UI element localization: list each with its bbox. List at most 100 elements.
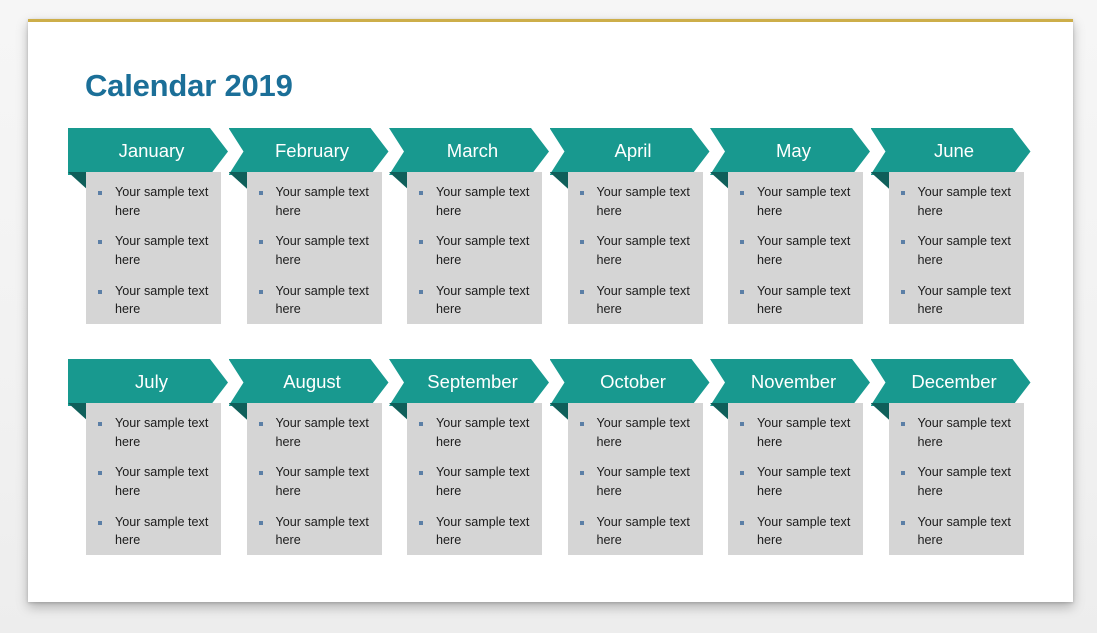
month-body: Your sample text here Your sample text he… [567, 172, 703, 324]
list-item[interactable]: Your sample text here [895, 282, 1018, 319]
list-item[interactable]: Your sample text here [895, 463, 1018, 500]
month-banner[interactable]: October [549, 359, 710, 406]
month-banner[interactable]: September [389, 359, 549, 406]
month-name-label: August [283, 371, 341, 393]
list-item-text: Your sample text here [436, 416, 530, 449]
list-item[interactable]: Your sample text here [92, 513, 215, 550]
list-item[interactable]: Your sample text here [92, 463, 215, 500]
month-banner[interactable]: January [68, 128, 228, 175]
list-item[interactable]: Your sample text here [413, 414, 536, 451]
month-body: Your sample text here Your sample text he… [728, 403, 863, 555]
list-item[interactable]: Your sample text here [253, 183, 376, 220]
list-item-text: Your sample text here [596, 283, 690, 317]
list-item[interactable]: Your sample text here [253, 463, 376, 500]
list-item[interactable]: Your sample text here [413, 513, 536, 550]
month-card[interactable]: March Your sample text here Your sample te… [389, 128, 549, 333]
list-item-text: Your sample text here [917, 514, 1011, 548]
month-card[interactable]: April Your sample text here Your sample te… [549, 128, 710, 333]
list-item[interactable]: Your sample text here [574, 232, 697, 269]
list-item-text: Your sample text here [275, 465, 369, 498]
month-name-label: January [118, 140, 185, 162]
bullet-point-icon [740, 289, 744, 294]
month-banner[interactable]: July [68, 359, 228, 406]
list-item[interactable]: Your sample text here [734, 183, 857, 220]
list-item[interactable]: Your sample text here [574, 183, 697, 220]
list-item[interactable]: Your sample text here [895, 513, 1018, 550]
month-card[interactable]: June Your sample text here Your sample tex… [870, 128, 1031, 333]
bullet-point-icon [579, 520, 584, 525]
bullet-point-icon [740, 422, 744, 426]
list-item[interactable]: Your sample text here [92, 282, 215, 319]
bullet-point-icon [419, 471, 423, 476]
bullet-point-icon [740, 240, 744, 245]
month-body: Your sample text here Your sample text he… [86, 403, 221, 555]
bullet-point-icon [258, 471, 263, 476]
list-item-text: Your sample text here [275, 234, 369, 267]
month-name-label: November [750, 371, 837, 393]
list-item[interactable]: Your sample text here [253, 414, 376, 451]
bullet-point-icon [900, 240, 905, 245]
month-card[interactable]: August Your sample text here Your sample t… [228, 359, 389, 564]
list-item[interactable]: Your sample text here [574, 513, 697, 550]
month-name-label: June [933, 140, 975, 162]
list-item[interactable]: Your sample text here [413, 183, 536, 220]
month-name-label: December [911, 371, 997, 393]
month-body: Your sample text here Your sample text he… [246, 403, 382, 555]
list-item-text: Your sample text here [115, 416, 209, 449]
month-body: Your sample text here Your sample text he… [888, 172, 1024, 324]
list-item[interactable]: Your sample text here [92, 183, 215, 220]
list-item[interactable]: Your sample text here [734, 414, 857, 451]
list-item[interactable]: Your sample text here [734, 232, 857, 269]
list-item[interactable]: Your sample text here [895, 183, 1018, 220]
month-card[interactable]: December Your sample text here Your sample… [870, 359, 1031, 564]
bullet-point-icon [900, 191, 905, 195]
list-item[interactable]: Your sample text here [895, 414, 1018, 451]
list-item[interactable]: Your sample text here [895, 232, 1018, 269]
month-banner[interactable]: June [870, 128, 1031, 175]
month-body: Your sample text here Your sample text he… [888, 403, 1024, 555]
month-card[interactable]: July Your sample text here Your sample tex… [68, 359, 228, 564]
list-item-text: Your sample text here [917, 283, 1011, 317]
list-item-text: Your sample text here [436, 283, 530, 317]
list-item[interactable]: Your sample text here [574, 414, 697, 451]
list-item[interactable]: Your sample text here [92, 414, 215, 451]
list-item-text: Your sample text here [757, 185, 851, 218]
month-banner[interactable]: April [549, 128, 710, 175]
list-item-text: Your sample text here [757, 416, 851, 449]
list-item[interactable]: Your sample text here [253, 232, 376, 269]
month-row-second-half: July Your sample text here Your sample tex… [68, 359, 1033, 564]
month-card[interactable]: January Your sample text here Your sample … [68, 128, 228, 333]
bullet-point-icon [419, 191, 423, 195]
list-item[interactable]: Your sample text here [574, 463, 697, 500]
month-name-label: May [776, 140, 811, 162]
bullet-point-icon [258, 240, 263, 245]
list-item-text: Your sample text here [757, 234, 851, 267]
list-item[interactable]: Your sample text here [734, 463, 857, 500]
month-banner[interactable]: February [228, 128, 389, 175]
bullet-point-icon [579, 422, 584, 426]
month-card[interactable]: November Your sample text here Your sample… [710, 359, 870, 564]
month-card[interactable]: September Your sample text here Your sampl… [389, 359, 549, 564]
month-card[interactable]: February Your sample text here Your sample… [228, 128, 389, 333]
list-item-text: Your sample text here [115, 514, 209, 548]
bullet-point-icon [419, 240, 423, 245]
month-banner[interactable]: August [228, 359, 389, 406]
month-banner[interactable]: March [389, 128, 549, 175]
month-card[interactable]: May Your sample text here Your sample text… [710, 128, 870, 333]
bullet-point-icon [900, 520, 905, 525]
month-banner[interactable]: December [870, 359, 1031, 406]
list-item[interactable]: Your sample text here [574, 282, 697, 319]
month-card[interactable]: October Your sample text here Your sample … [549, 359, 710, 564]
month-banner[interactable]: November [710, 359, 870, 406]
list-item[interactable]: Your sample text here [413, 463, 536, 500]
list-item[interactable]: Your sample text here [413, 232, 536, 269]
list-item-text: Your sample text here [115, 283, 209, 317]
list-item[interactable]: Your sample text here [92, 232, 215, 269]
list-item[interactable]: Your sample text here [734, 513, 857, 550]
list-item[interactable]: Your sample text here [253, 513, 376, 550]
month-banner[interactable]: May [710, 128, 870, 175]
list-item[interactable]: Your sample text here [413, 282, 536, 319]
page-title: Calendar 2019 [85, 67, 293, 103]
list-item[interactable]: Your sample text here [734, 282, 857, 319]
list-item[interactable]: Your sample text here [253, 282, 376, 319]
